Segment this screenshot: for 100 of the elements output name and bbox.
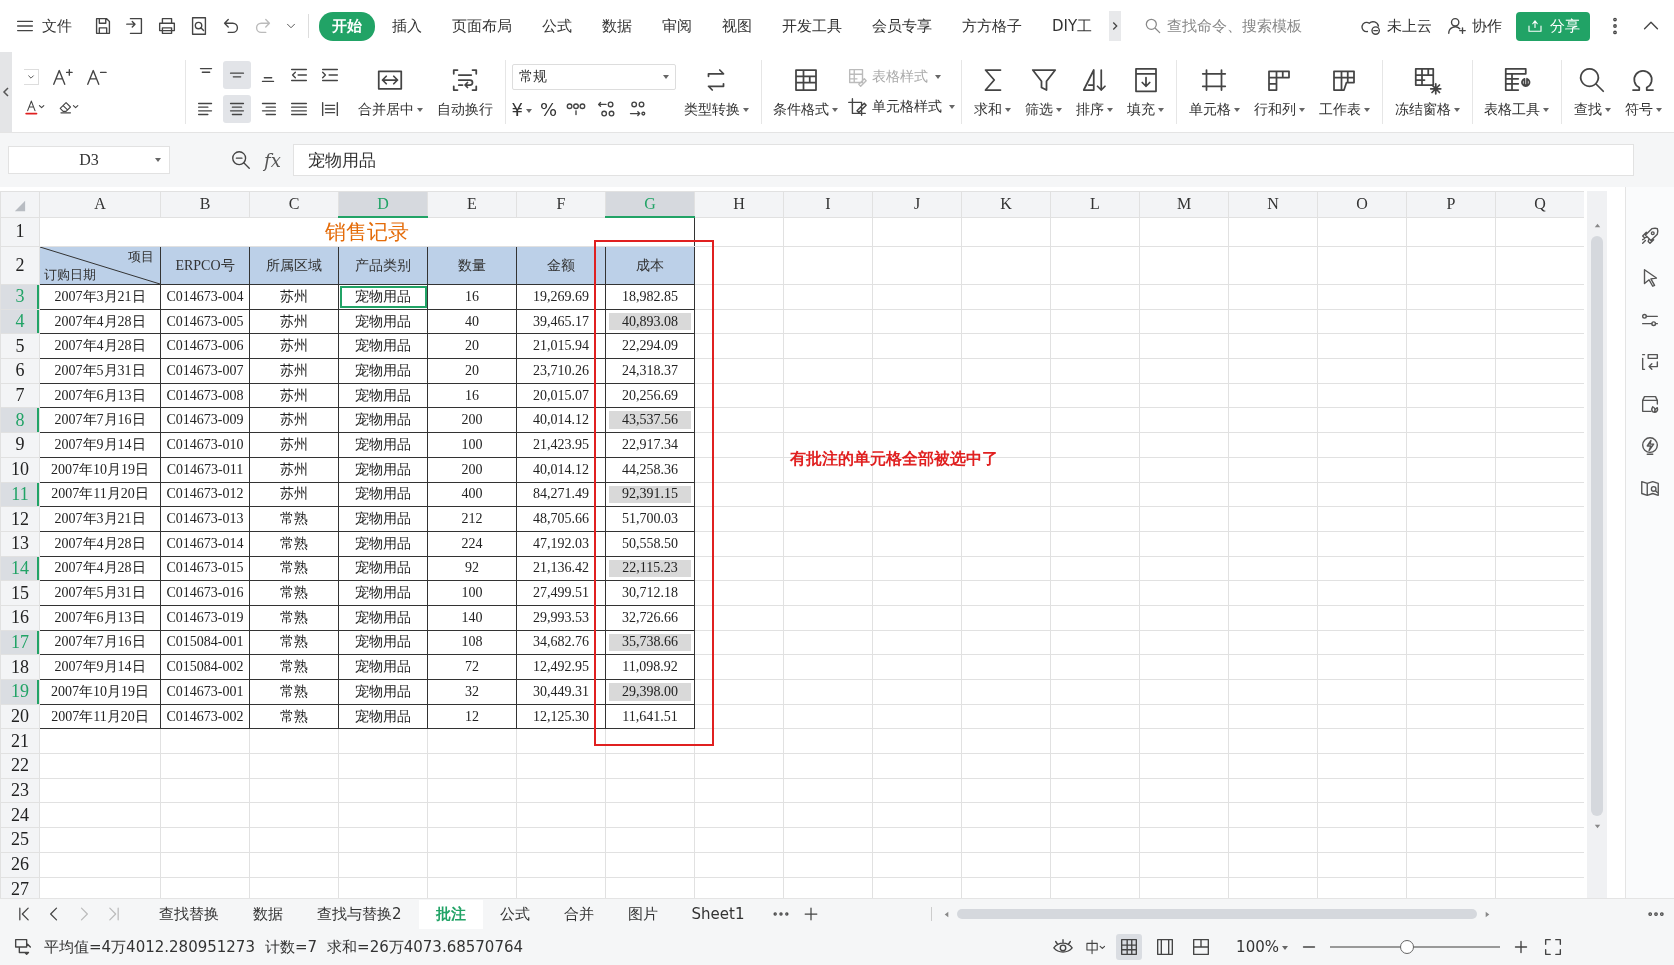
cloud-button[interactable]: 未上云 bbox=[1361, 15, 1432, 37]
ribbon-button[interactable]: 条件格式 bbox=[767, 61, 845, 123]
swap-icon[interactable] bbox=[1639, 351, 1661, 373]
bolt-icon[interactable] bbox=[1639, 435, 1661, 457]
number-format-dropdown[interactable]: 常规 bbox=[511, 64, 676, 90]
column-header[interactable]: C bbox=[249, 191, 339, 217]
ribbon-button[interactable]: 工作表 bbox=[1312, 61, 1376, 123]
column-header[interactable]: A bbox=[39, 191, 161, 217]
more-tabs-icon[interactable] bbox=[1109, 11, 1122, 41]
shop-icon[interactable] bbox=[1639, 393, 1661, 415]
menu-tab[interactable]: 公式 bbox=[529, 11, 585, 41]
sheet-tab[interactable]: 数据 bbox=[236, 899, 300, 929]
scroll-down-icon[interactable] bbox=[1592, 822, 1602, 831]
ribbon-button[interactable]: 合并居中 bbox=[351, 61, 429, 123]
row-header[interactable]: 25 bbox=[0, 827, 40, 853]
sheet-tab[interactable]: Sheet1 bbox=[674, 899, 762, 929]
row-header[interactable]: 13 bbox=[0, 531, 40, 557]
column-header[interactable]: N bbox=[1228, 191, 1318, 217]
column-header[interactable]: H bbox=[694, 191, 784, 217]
ribbon-button[interactable]: 符号 bbox=[1618, 61, 1668, 123]
menu-tab[interactable]: 会员专享 bbox=[859, 11, 945, 41]
macro-icon[interactable] bbox=[12, 936, 34, 958]
menu-tab[interactable]: 审阅 bbox=[649, 11, 705, 41]
column-header[interactable]: I bbox=[783, 191, 873, 217]
row-header[interactable]: 23 bbox=[0, 778, 40, 803]
sheet-tab[interactable]: 图片 bbox=[610, 899, 675, 929]
row-header[interactable]: 16 bbox=[0, 605, 40, 631]
row-header[interactable]: 12 bbox=[0, 506, 40, 532]
ribbon-button[interactable]: 筛选 bbox=[1019, 61, 1069, 123]
column-header[interactable]: M bbox=[1139, 191, 1229, 217]
ribbon-button[interactable]: 表格工具 bbox=[1478, 61, 1556, 123]
fullscreen-icon[interactable] bbox=[1542, 936, 1564, 958]
align-icon[interactable] bbox=[222, 95, 251, 123]
row-header[interactable]: 20 bbox=[0, 704, 40, 729]
column-header[interactable]: F bbox=[516, 191, 606, 217]
menu-tab[interactable]: 视图 bbox=[709, 11, 765, 41]
menu-tab[interactable]: 插入 bbox=[379, 11, 435, 41]
menu-tab[interactable]: 开发工具 bbox=[769, 11, 855, 41]
menu-tab[interactable]: 页面布局 bbox=[439, 11, 525, 41]
ribbon-button[interactable]: 单元格 bbox=[1182, 61, 1246, 123]
row-header[interactable]: 24 bbox=[0, 802, 40, 828]
percent-button[interactable]: % bbox=[540, 98, 558, 120]
vertical-scrollbar[interactable] bbox=[1587, 191, 1607, 898]
ribbon-button[interactable]: 行和列 bbox=[1247, 61, 1311, 123]
menu-tab[interactable]: 数据 bbox=[589, 11, 645, 41]
align-icon[interactable] bbox=[222, 61, 251, 89]
scroll-thumb[interactable] bbox=[1591, 236, 1603, 816]
function-label[interactable]: fx bbox=[264, 149, 281, 171]
column-header[interactable]: P bbox=[1406, 191, 1496, 217]
sheet-tab[interactable]: 查找与替换2 bbox=[300, 899, 419, 929]
collab-button[interactable]: 协作 bbox=[1446, 15, 1502, 37]
row-header[interactable]: 6 bbox=[0, 358, 40, 384]
column-header[interactable]: L bbox=[1050, 191, 1140, 217]
column-header[interactable]: O bbox=[1317, 191, 1407, 217]
column-header[interactable]: B bbox=[160, 191, 250, 217]
sheet-tab[interactable]: 公式 bbox=[482, 899, 547, 929]
row-header[interactable]: 21 bbox=[0, 728, 40, 754]
column-header[interactable]: E bbox=[427, 191, 517, 217]
menu-tab[interactable]: 方方格子 bbox=[949, 11, 1035, 41]
name-box[interactable]: D3 bbox=[8, 146, 170, 174]
currency-button[interactable]: ¥ bbox=[511, 98, 532, 120]
font-grow-icon[interactable] bbox=[51, 66, 73, 88]
zoom-icon[interactable] bbox=[230, 149, 252, 171]
scroll-up-icon[interactable] bbox=[1592, 221, 1602, 230]
ribbon-button[interactable]: 自动换行 bbox=[430, 61, 499, 123]
menu-tab[interactable]: DIY工 bbox=[1039, 11, 1106, 41]
row-header[interactable]: 5 bbox=[0, 333, 40, 359]
file-menu[interactable]: 文件 bbox=[14, 15, 82, 37]
sheet-tab[interactable]: 合并 bbox=[546, 899, 611, 929]
ribbon-button[interactable]: 查找 bbox=[1567, 61, 1617, 123]
zoom-slider-thumb[interactable] bbox=[1399, 940, 1414, 954]
row-header[interactable]: 15 bbox=[0, 580, 40, 606]
zoom-slider[interactable] bbox=[1330, 939, 1500, 955]
ribbon-button[interactable]: 排序 bbox=[1070, 61, 1120, 123]
row-header[interactable]: 1 bbox=[0, 217, 40, 247]
rocket-icon[interactable] bbox=[1639, 225, 1661, 247]
ribbon-button[interactable]: 求和 bbox=[968, 61, 1018, 123]
row-header[interactable]: 26 bbox=[0, 852, 40, 877]
formula-field[interactable]: 宠物用品 bbox=[292, 144, 1634, 176]
ribbon-button[interactable]: 类型转换 bbox=[677, 61, 755, 123]
ribbon-button[interactable]: 填充 bbox=[1121, 61, 1171, 123]
cell-style-button[interactable]: 单元格样式 bbox=[846, 96, 956, 118]
print-icon[interactable] bbox=[156, 15, 178, 37]
sheet-tab[interactable]: 查找替换 bbox=[142, 899, 236, 929]
zoom-level-dropdown[interactable]: 100% bbox=[1236, 938, 1288, 956]
column-header[interactable]: Q bbox=[1495, 191, 1584, 217]
column-header[interactable]: J bbox=[872, 191, 962, 217]
scroll-thumb[interactable] bbox=[957, 909, 1478, 919]
row-header[interactable]: 27 bbox=[0, 877, 40, 898]
row-header[interactable]: 22 bbox=[0, 753, 40, 779]
row-header[interactable]: 2 bbox=[0, 246, 40, 285]
row-header[interactable]: 10 bbox=[0, 457, 40, 482]
ribbon-button[interactable]: 冻结窗格 bbox=[1388, 61, 1466, 123]
row-header[interactable]: 18 bbox=[0, 654, 40, 680]
table-cell: 2007年4月28日 bbox=[39, 309, 161, 334]
row-header[interactable]: 7 bbox=[0, 383, 40, 408]
normal-view-icon[interactable] bbox=[1116, 934, 1143, 960]
column-header[interactable]: K bbox=[961, 191, 1051, 217]
row-header[interactable]: 9 bbox=[0, 432, 40, 458]
search-field[interactable]: 查找命令、搜索模板 bbox=[1143, 15, 1303, 37]
